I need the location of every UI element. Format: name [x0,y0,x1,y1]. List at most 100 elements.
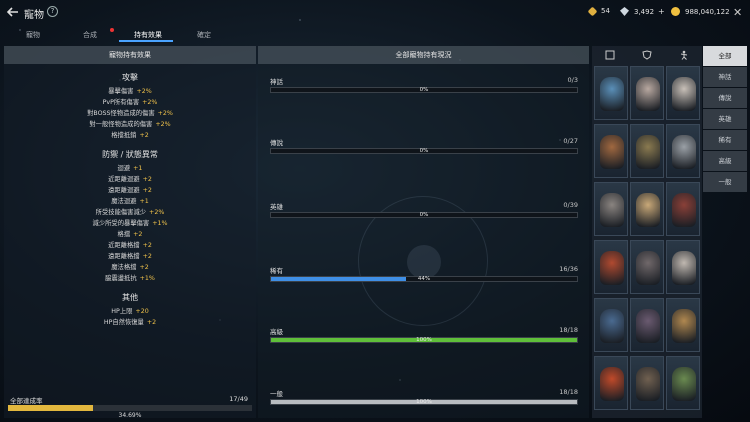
effect-category-heading: 防禦 / 狀態異常 [102,150,158,159]
elf-girl-pet-icon [636,193,660,227]
green-goblin-pet-icon [672,367,696,401]
effect-line: 脇震盪抵抗 +1% [4,273,256,284]
top-bar: 寵物 ? 54 3,492 + 988,040,122 ✕ [0,0,750,26]
effect-label: HP自然恢復量 [103,319,144,326]
pet-card[interactable] [666,356,700,410]
pet-card[interactable] [666,240,700,294]
tab-pets[interactable]: 寵物 [26,30,40,40]
effect-label: 對BOSS怪物造成的傷害 [87,110,155,117]
fire-imp-pet-icon [600,367,624,401]
pet-card[interactable] [630,356,664,410]
effect-line: 格擋抵銷 +2 [4,130,256,141]
grade-name: 英雄 [270,203,283,211]
grade-percent: 100% [416,337,432,343]
effect-line: 遠距離迴避 +2 [4,185,256,196]
page-title: 寵物 [24,10,44,21]
shield-icon[interactable] [642,50,652,60]
effect-label: 暴擊傷害 [108,88,134,95]
grade-name: 稀有 [270,267,283,275]
total-progress-bar [8,405,252,411]
pet-card[interactable] [630,182,664,236]
grade-count: 16/36 [559,265,578,273]
effect-value: +2 [142,242,152,249]
total-label: 全部達成率 [10,397,43,405]
pet-card[interactable] [666,298,700,352]
grade-count: 18/18 [559,326,578,334]
tab-holding-effect[interactable]: 持有效果 [134,30,162,40]
effect-label: 魔法迴避 [111,198,137,205]
effect-label: PvP所有傷害 [102,99,140,106]
tab-synthesis[interactable]: 合成 [83,30,97,40]
pet-card[interactable] [666,182,700,236]
effect-label: 遠距離格擋 [108,253,140,260]
helmet-knight-pet-icon [672,135,696,169]
effect-line: PvP所有傷害 +2% [4,97,256,108]
brown-dog-pet-icon [600,135,624,169]
pet-card[interactable] [594,356,628,410]
close-icon[interactable]: ✕ [733,6,742,19]
tab-confirm[interactable]: 確定 [197,30,211,40]
skeleton-pet-icon [672,251,696,285]
grade-count: 0/39 [563,201,578,209]
effect-value: +1 [133,165,143,172]
filter-grade-button[interactable]: 神話 [703,67,747,87]
effect-value: +1% [152,220,168,227]
effect-line: 減少所受的暴擊傷害 +1% [4,218,256,229]
pet-card[interactable] [594,182,628,236]
grade-percent: 0% [419,87,429,93]
pet-card[interactable] [594,298,628,352]
red-dwarf-pet-icon [672,193,696,227]
effect-line: HP上限 +20 [4,306,256,317]
effect-value: +2% [149,209,165,216]
filter-grade-button[interactable]: 高級 [703,151,747,171]
pale-ghoul-pet-icon [636,77,660,111]
help-icon[interactable]: ? [47,6,58,17]
effect-line: 迴避 +1 [4,163,256,174]
filter-grade-button[interactable]: 稀有 [703,130,747,150]
pet-card[interactable] [666,66,700,120]
tab-bar: 寵物 合成 持有效果 確定 [0,28,250,42]
pet-card[interactable] [594,240,628,294]
notification-dot [110,28,114,32]
effect-line: HP自然恢復量 +2 [4,317,256,328]
owl-pet-icon [672,309,696,343]
effect-line: 對一般怪物造成的傷害 +2% [4,119,256,130]
red-demon-pet-icon [600,251,624,285]
active-tab-indicator [119,40,173,42]
grey-cat-pet-icon [600,193,624,227]
effect-category-heading: 其他 [122,293,138,302]
effect-label: 格擋 [117,231,131,238]
grade-percent: 44% [417,276,431,282]
grade-percent: 100% [416,399,432,405]
pet-card[interactable] [594,124,628,178]
filter-grade-button[interactable]: 英雄 [703,109,747,129]
effect-value: +2% [155,121,171,128]
effect-value: +2% [157,110,173,117]
pet-card[interactable] [594,66,628,120]
pet-card[interactable] [630,66,664,120]
dancing-figure-icon[interactable] [679,50,689,60]
filter-grade-button[interactable]: 一般 [703,172,747,192]
filter-grade-button[interactable]: 全部 [703,46,747,66]
effect-line: 對BOSS怪物造成的傷害 +2% [4,108,256,119]
frame-icon[interactable] [605,50,615,60]
add-diamond-icon[interactable]: + [658,7,665,16]
back-arrow-icon[interactable] [6,5,20,19]
filter-grade-button[interactable]: 傳說 [703,88,747,108]
effect-value: +2 [142,187,152,194]
effect-label: 脇震盪抵抗 [105,275,137,282]
pet-card[interactable] [666,124,700,178]
gem-icon [587,6,598,16]
effect-label: 格擋抵銷 [111,132,137,139]
effect-label: 近距離迴避 [108,176,140,183]
effect-value: +2 [142,253,152,260]
effect-list: 攻擊 暴擊傷害 +2% PvP所有傷害 +2% 對BOSS怪物造成的傷害 +2% 對一般怪物造… [4,72,256,328]
effect-value: +2 [146,319,157,326]
panel-title: 寵物持有效果 [4,46,256,64]
pet-card[interactable] [630,298,664,352]
effect-label: 魔法格擋 [111,264,137,271]
pet-card[interactable] [630,240,664,294]
effect-line: 近距離格擋 +2 [4,240,256,251]
grade-name: 一般 [270,390,283,398]
pet-card[interactable] [630,124,664,178]
